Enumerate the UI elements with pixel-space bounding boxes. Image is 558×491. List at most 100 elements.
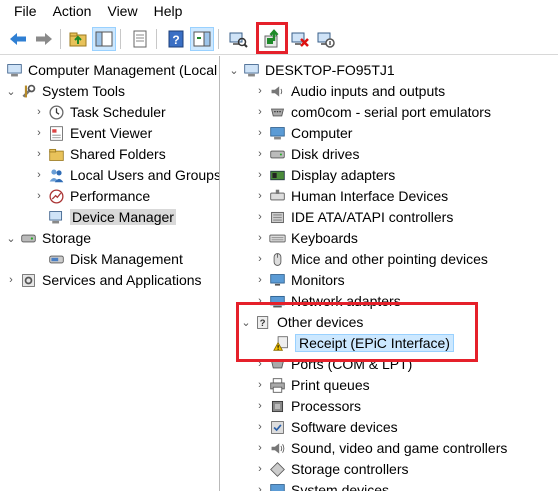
- tree-item-disk-management[interactable]: Disk Management: [46, 249, 183, 269]
- device-category[interactable]: › Network adapters: [253, 291, 401, 311]
- chevron-right-icon[interactable]: ›: [253, 396, 267, 416]
- chevron-right-icon[interactable]: ›: [32, 186, 46, 206]
- forward-arrow-icon[interactable]: [32, 27, 56, 51]
- disable-device-icon[interactable]: [314, 27, 338, 51]
- menu-help[interactable]: Help: [146, 0, 191, 22]
- menu-view[interactable]: View: [99, 0, 145, 22]
- chevron-right-icon[interactable]: ›: [32, 165, 46, 185]
- back-arrow-icon[interactable]: [6, 27, 30, 51]
- chevron-right-icon[interactable]: ›: [253, 249, 267, 269]
- network-adapter-icon: [267, 292, 287, 310]
- tree-item-services-applications[interactable]: › Services and Applications: [4, 270, 202, 290]
- device-receipt-epic-interface[interactable]: Receipt (EPiC Interface): [271, 333, 454, 353]
- tree-label: com0com - serial port emulators: [291, 104, 491, 120]
- tree-label: Monitors: [291, 272, 345, 288]
- device-category[interactable]: › System devices: [253, 480, 389, 491]
- scan-hardware-icon[interactable]: [226, 27, 250, 51]
- device-category[interactable]: › Display adapters: [253, 165, 395, 185]
- tree-item-device-manager[interactable]: Device Manager: [46, 207, 176, 227]
- tree-label: Ports (COM & LPT): [291, 356, 413, 372]
- chevron-right-icon[interactable]: ›: [253, 291, 267, 311]
- device-category[interactable]: › Monitors: [253, 270, 345, 290]
- tree-item-computer-management[interactable]: Computer Management (Local: [4, 60, 217, 80]
- tree-label: Disk Management: [70, 251, 183, 267]
- chevron-right-icon[interactable]: ›: [32, 144, 46, 164]
- chevron-right-icon[interactable]: ›: [253, 270, 267, 290]
- tree-label: DESKTOP-FO95TJ1: [265, 62, 395, 78]
- chevron-right-icon[interactable]: ›: [253, 144, 267, 164]
- tree-label: Services and Applications: [42, 272, 202, 288]
- ide-controller-icon: [267, 208, 287, 226]
- chevron-right-icon[interactable]: ›: [253, 417, 267, 437]
- device-tree-root[interactable]: ⌄ DESKTOP-FO95TJ1: [227, 60, 395, 80]
- tree-label: Audio inputs and outputs: [291, 83, 446, 99]
- tree-label: Storage controllers: [291, 461, 409, 477]
- chevron-right-icon[interactable]: ›: [4, 270, 18, 290]
- chevron-down-icon[interactable]: ⌄: [4, 228, 18, 248]
- chevron-right-icon[interactable]: ›: [253, 186, 267, 206]
- tree-item-task-scheduler[interactable]: › Task Scheduler: [32, 102, 166, 122]
- tree-label: Storage: [42, 230, 92, 246]
- device-category[interactable]: › Keyboards: [253, 228, 358, 248]
- chevron-right-icon[interactable]: ›: [253, 165, 267, 185]
- device-category[interactable]: › Processors: [253, 396, 361, 416]
- performance-icon: [46, 187, 66, 205]
- device-tree-pane: ⌄ DESKTOP-FO95TJ1 › Audio inputs and out…: [221, 56, 558, 491]
- device-category[interactable]: › Print queues: [253, 375, 369, 395]
- device-category[interactable]: › com0com - serial port emulators: [253, 102, 491, 122]
- device-category[interactable]: › Disk drives: [253, 144, 359, 164]
- uninstall-device-icon[interactable]: [288, 27, 312, 51]
- chevron-right-icon[interactable]: ›: [253, 459, 267, 479]
- menu-file[interactable]: File: [6, 0, 45, 22]
- tree-item-shared-folders[interactable]: › Shared Folders: [32, 144, 166, 164]
- device-category[interactable]: › Ports (COM & LPT): [253, 354, 412, 374]
- tree-item-performance[interactable]: › Performance: [32, 186, 150, 206]
- up-folder-icon[interactable]: [66, 27, 90, 51]
- show-hide-tree-icon[interactable]: [92, 27, 116, 51]
- device-category[interactable]: › Human Interface Devices: [253, 186, 448, 206]
- keyboard-icon: [267, 229, 287, 247]
- chevron-down-icon[interactable]: ⌄: [239, 312, 253, 332]
- monitor-icon: [267, 271, 287, 289]
- chevron-right-icon[interactable]: ›: [253, 354, 267, 374]
- chevron-right-icon[interactable]: ›: [253, 438, 267, 458]
- device-category[interactable]: › Computer: [253, 123, 352, 143]
- toolbar: ?: [0, 23, 558, 55]
- help-icon[interactable]: ?: [164, 27, 188, 51]
- device-category[interactable]: › Sound, video and game controllers: [253, 438, 507, 458]
- chevron-down-icon[interactable]: ⌄: [227, 60, 241, 80]
- device-category-other-devices[interactable]: ⌄ ? Other devices: [239, 312, 363, 332]
- hid-icon: [267, 187, 287, 205]
- services-icon: [18, 271, 38, 289]
- chevron-right-icon[interactable]: ›: [32, 102, 46, 122]
- mouse-icon: [267, 250, 287, 268]
- device-category[interactable]: › Software devices: [253, 417, 398, 437]
- tree-item-storage[interactable]: ⌄ Storage: [4, 228, 91, 248]
- device-category[interactable]: › Audio inputs and outputs: [253, 81, 445, 101]
- chevron-right-icon[interactable]: ›: [253, 480, 267, 491]
- serial-port-icon: [267, 103, 287, 121]
- chevron-right-icon[interactable]: ›: [253, 228, 267, 248]
- unknown-device-icon: ?: [253, 313, 273, 331]
- chevron-right-icon[interactable]: ›: [253, 123, 267, 143]
- tree-label: Disk drives: [291, 146, 360, 162]
- device-category[interactable]: › IDE ATA/ATAPI controllers: [253, 207, 453, 227]
- tree-item-local-users[interactable]: › Local Users and Groups: [32, 165, 219, 185]
- chevron-right-icon[interactable]: ›: [253, 375, 267, 395]
- chevron-right-icon[interactable]: ›: [253, 81, 267, 101]
- chevron-down-icon[interactable]: ⌄: [4, 81, 18, 101]
- tree-label: Task Scheduler: [70, 104, 166, 120]
- chevron-right-icon[interactable]: ›: [32, 123, 46, 143]
- device-category[interactable]: › Storage controllers: [253, 459, 409, 479]
- chevron-right-icon[interactable]: ›: [253, 207, 267, 227]
- update-driver-icon[interactable]: [260, 27, 284, 51]
- tree-item-system-tools[interactable]: ⌄ System Tools: [4, 81, 125, 101]
- menu-action[interactable]: Action: [45, 0, 100, 22]
- tree-label: Software devices: [291, 419, 398, 435]
- properties-icon[interactable]: [128, 27, 152, 51]
- printer-icon: [267, 376, 287, 394]
- show-hide-action-pane-icon[interactable]: [190, 27, 214, 51]
- tree-item-event-viewer[interactable]: › Event Viewer: [32, 123, 152, 143]
- device-category[interactable]: › Mice and other pointing devices: [253, 249, 488, 269]
- chevron-right-icon[interactable]: ›: [253, 102, 267, 122]
